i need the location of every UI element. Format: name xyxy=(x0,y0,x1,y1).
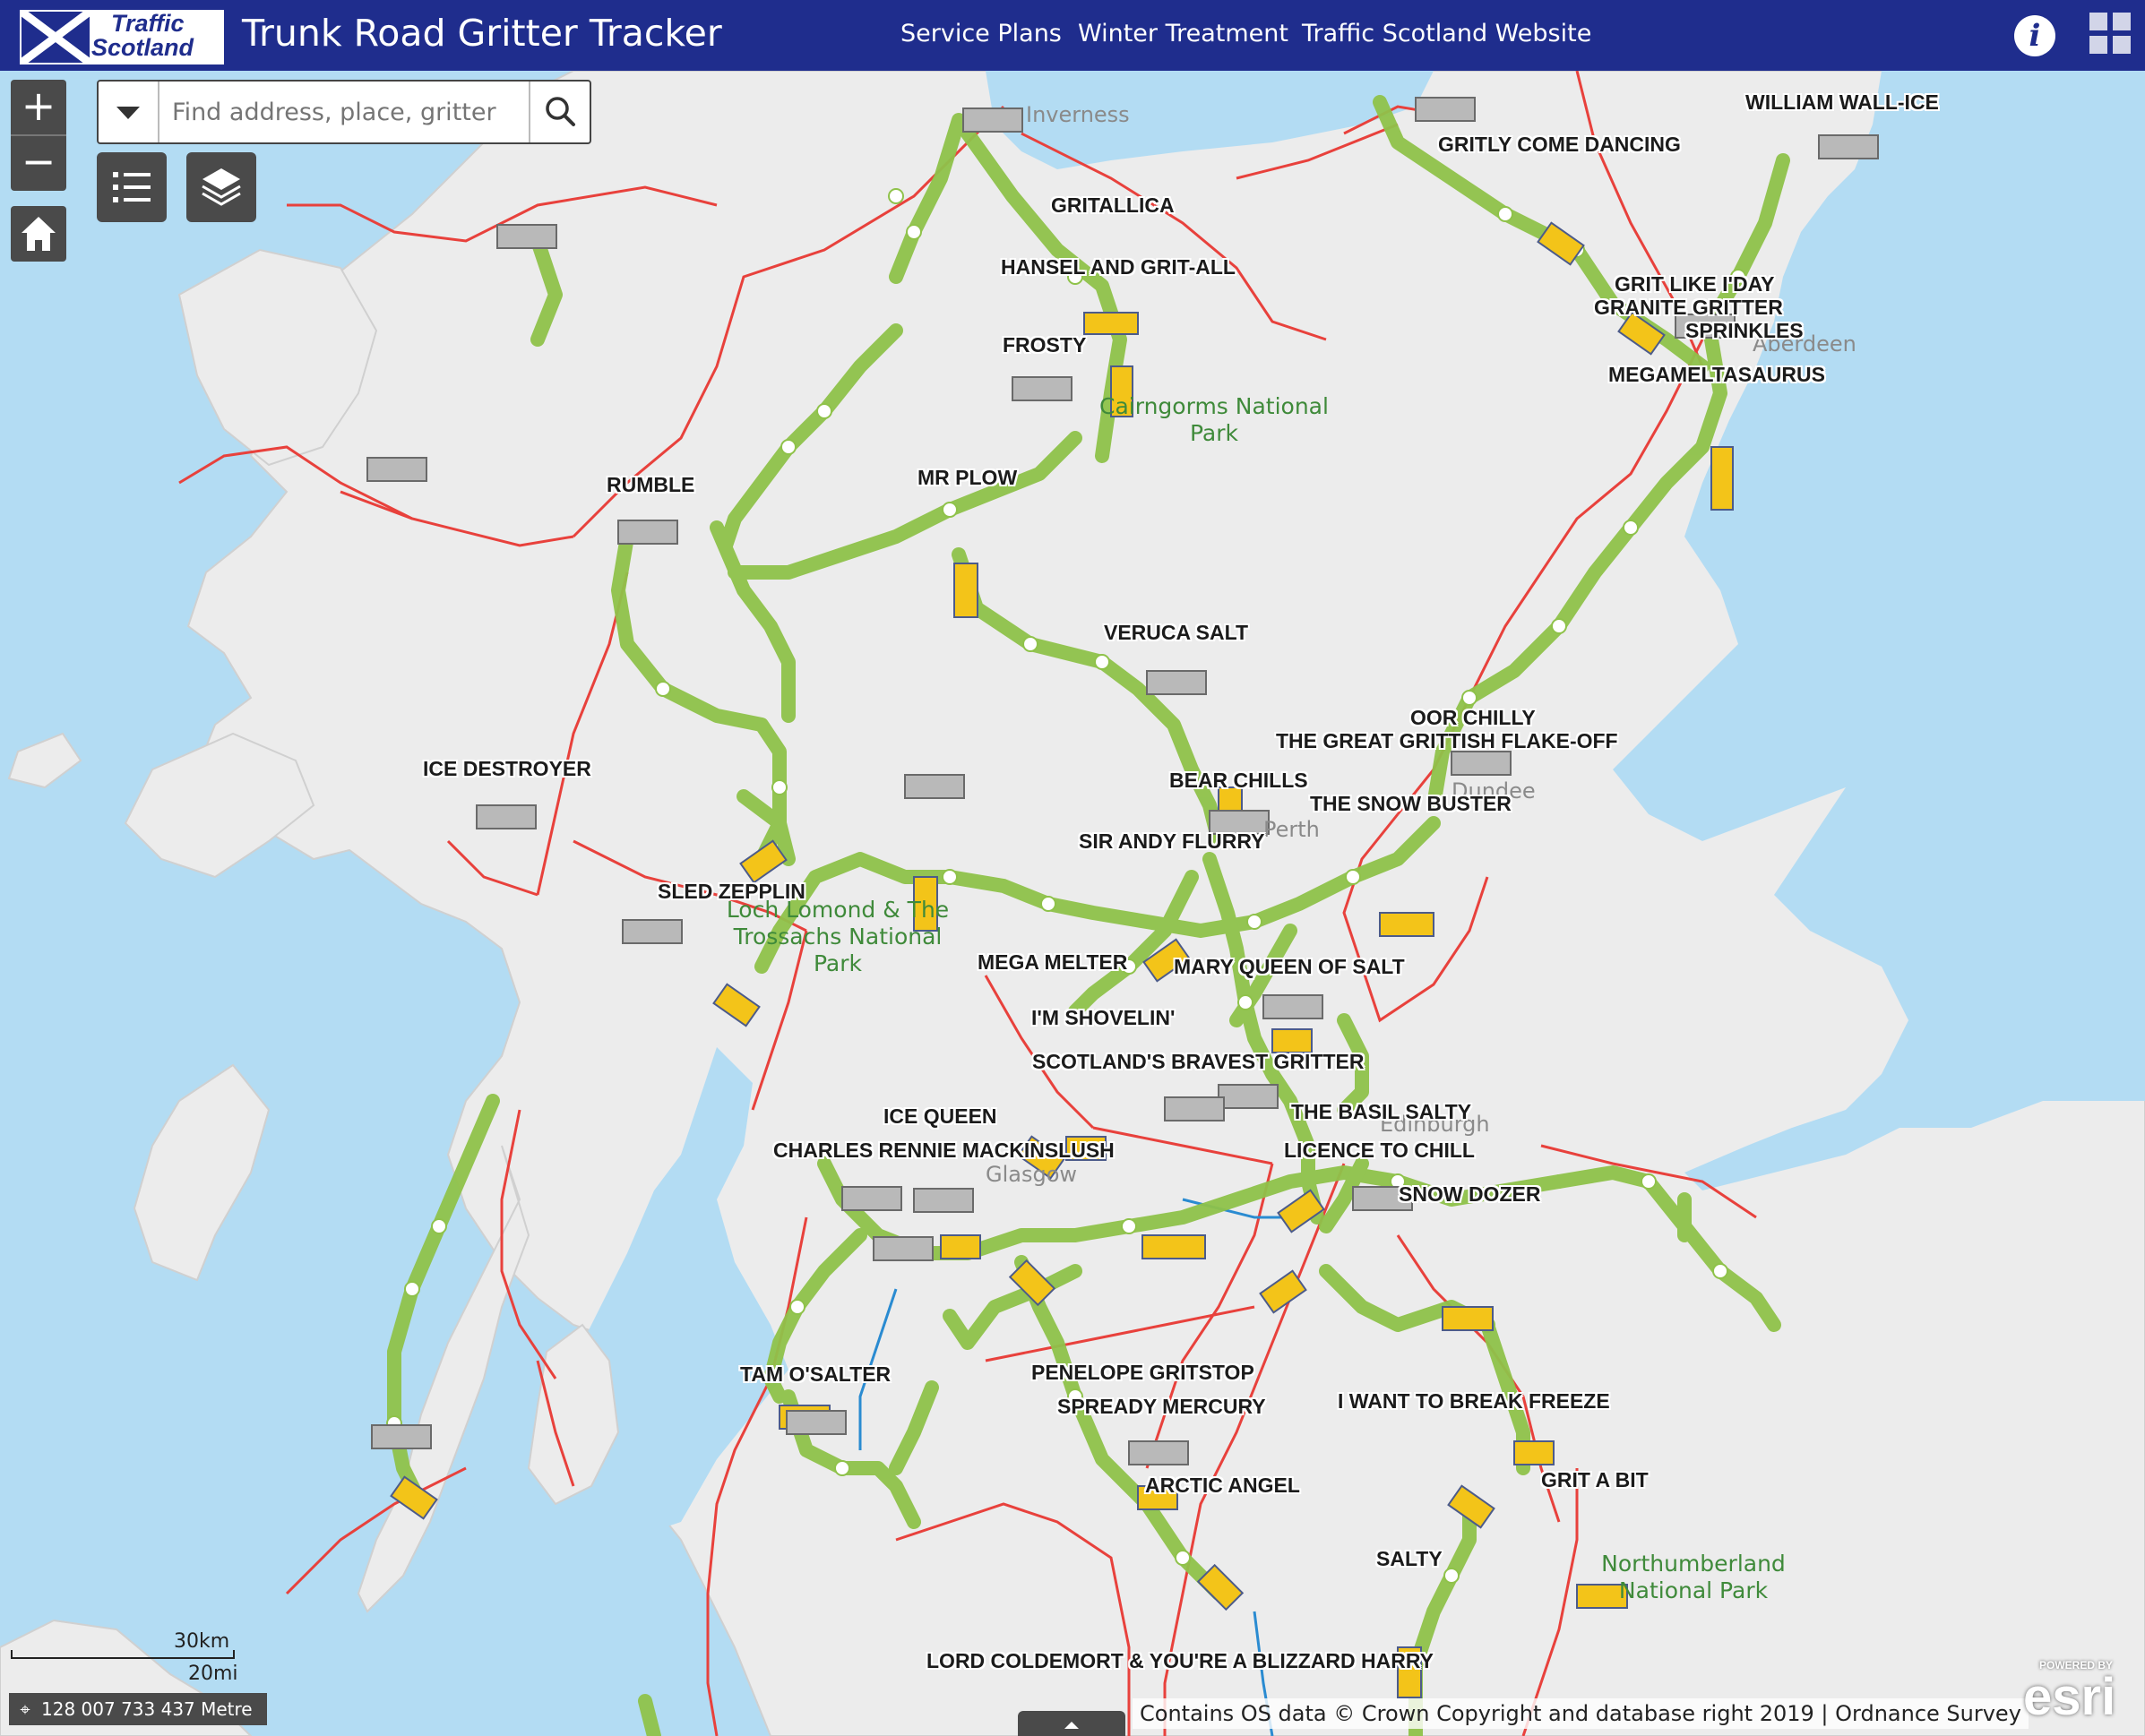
gritter-label[interactable]: GRANITE GRITTER xyxy=(1594,296,1783,320)
gritter-label[interactable]: CHARLES RENNIE MACKINSLUSH xyxy=(773,1139,1115,1163)
nav-winter-treatment[interactable]: Winter Treatment xyxy=(1078,20,1288,47)
saltire-flag-icon xyxy=(22,12,90,63)
place-glasgow: Glasgow xyxy=(986,1162,1078,1187)
mull-island xyxy=(124,732,315,879)
page-title: Trunk Road Gritter Tracker xyxy=(242,12,722,55)
nav-traffic-scotland-website[interactable]: Traffic Scotland Website xyxy=(1302,20,1591,47)
gritter-label[interactable]: VERUCA SALT xyxy=(1104,621,1248,645)
search-widget xyxy=(97,80,591,144)
chevron-down-icon xyxy=(116,107,140,119)
list-icon xyxy=(113,172,151,202)
gritter-label[interactable]: MARY QUEEN OF SALT xyxy=(1174,955,1405,979)
logo-text: Traffic Scotland xyxy=(91,12,194,60)
gritter-label[interactable]: MEGAMELTASAURUS xyxy=(1608,363,1825,387)
plus-icon[interactable]: + xyxy=(11,80,66,135)
zoom-control: + − xyxy=(11,80,66,191)
gritter-label[interactable]: ICE QUEEN xyxy=(883,1104,997,1129)
gritter-label[interactable]: HANSEL AND GRIT-ALL xyxy=(1001,255,1236,279)
crosshair-icon: ⌖ xyxy=(20,1698,30,1720)
gritter-label[interactable]: OOR CHILLY xyxy=(1410,706,1536,730)
gritter-label[interactable]: LICENCE TO CHILL xyxy=(1284,1139,1475,1163)
gritter-label[interactable]: GRITLY COME DANCING xyxy=(1438,133,1681,157)
home-icon xyxy=(22,217,56,251)
logo-line-2: Scotland xyxy=(91,34,194,61)
gritter-label[interactable]: I WANT TO BREAK FREEZE xyxy=(1338,1389,1610,1414)
search-icon xyxy=(546,97,575,126)
gritter-label[interactable]: BEAR CHILLS xyxy=(1169,769,1308,793)
park-cairngorms: Cairngorms National Park xyxy=(1099,393,1329,446)
map-svg[interactable] xyxy=(0,71,2145,1736)
gritter-label[interactable]: SPRINKLES xyxy=(1685,319,1804,343)
logo-line-1: Traffic xyxy=(111,10,185,37)
scale-km: 30km xyxy=(174,1630,230,1653)
grid-icon[interactable] xyxy=(2089,13,2132,56)
gritter-label[interactable]: RUMBLE xyxy=(607,473,694,497)
nav-service-plans[interactable]: Service Plans xyxy=(900,20,1062,47)
gritter-label[interactable]: TAM O'SALTER xyxy=(740,1362,891,1387)
gritter-label[interactable]: SNOW DOZER xyxy=(1399,1182,1540,1207)
gritter-label[interactable]: GRIT A BIT xyxy=(1541,1468,1649,1492)
scale-line xyxy=(11,1657,235,1659)
park-lochlomond: Loch Lomond & The Trossachs National Par… xyxy=(726,897,950,976)
layers-icon xyxy=(202,168,241,206)
gritter-label[interactable]: GRIT LIKE I'DAY xyxy=(1615,272,1774,296)
search-source-dropdown[interactable] xyxy=(99,82,159,142)
gritter-label[interactable]: SIR ANDY FLURRY xyxy=(1079,829,1264,854)
gritter-label[interactable]: SCOTLAND'S BRAVEST GRITTER xyxy=(1032,1050,1365,1074)
gritter-label[interactable]: PENELOPE GRITSTOP xyxy=(1031,1361,1254,1385)
map-attribution: Contains OS data © Crown Copyright and d… xyxy=(1133,1698,2029,1729)
gritter-label[interactable]: THE SNOW BUSTER xyxy=(1310,792,1512,816)
zoom-divider xyxy=(11,134,66,136)
expand-panel-tab[interactable] xyxy=(1018,1711,1125,1736)
scale-tick-left xyxy=(11,1650,13,1659)
scale-mi: 20mi xyxy=(188,1663,238,1685)
legend-button[interactable] xyxy=(97,152,167,222)
search-input[interactable] xyxy=(170,94,514,130)
chevron-up-icon xyxy=(1064,1722,1079,1729)
traffic-scotland-logo[interactable]: Traffic Scotland xyxy=(18,8,226,66)
app-header: Traffic Scotland Trunk Road Gritter Trac… xyxy=(0,0,2145,71)
gritter-label[interactable]: FROSTY xyxy=(1003,333,1086,357)
gritter-label[interactable]: MR PLOW xyxy=(917,466,1017,490)
gritter-label[interactable]: GRITALLICA xyxy=(1051,193,1175,218)
search-button[interactable] xyxy=(529,82,591,142)
coordinate-readout[interactable]: ⌖ 128 007 733 437 Metre xyxy=(9,1693,267,1725)
coll-tiree xyxy=(7,732,82,789)
place-inverness: Inverness xyxy=(1026,102,1130,127)
gritter-label[interactable]: SALTY xyxy=(1376,1547,1443,1571)
home-button[interactable] xyxy=(11,206,66,262)
minus-icon[interactable]: − xyxy=(11,135,66,191)
gritter-tracker-app: Traffic Scotland Trunk Road Gritter Trac… xyxy=(0,0,2145,1736)
info-icon[interactable]: i xyxy=(2014,15,2055,56)
map-canvas[interactable]: Inverness Aberdeen Perth Dundee Edinburg… xyxy=(0,71,2145,1736)
gritter-label[interactable]: SLED ZEPPLIN xyxy=(658,880,805,904)
gritter-label[interactable]: WILLIAM WALL-ICE xyxy=(1745,90,1939,115)
scale-tick-right xyxy=(233,1650,235,1659)
gritter-label[interactable]: ARCTIC ANGEL xyxy=(1145,1474,1300,1498)
islay-jura xyxy=(133,1063,271,1282)
layers-button[interactable] xyxy=(186,152,256,222)
gritter-label[interactable]: ICE DESTROYER xyxy=(423,757,591,781)
gritter-label[interactable]: I'M SHOVELIN' xyxy=(1031,1006,1175,1030)
gritter-label[interactable]: LORD COLDEMORT & YOU'RE A BLIZZARD HARRY xyxy=(926,1649,1434,1673)
place-perth: Perth xyxy=(1263,817,1320,842)
gritter-label[interactable]: THE GREAT GRITTISH FLAKE-OFF xyxy=(1276,729,1618,753)
park-northumberland: Northumberland National Park xyxy=(1601,1551,1786,1603)
esri-brand: esri xyxy=(2023,1668,2116,1726)
gritter-label[interactable]: THE BASIL SALTY xyxy=(1291,1100,1471,1124)
esri-logo: POWERED BY esri xyxy=(2023,1659,2131,1731)
coordinate-value: 128 007 733 437 Metre xyxy=(41,1698,253,1720)
gritter-label[interactable]: MEGA MELTER xyxy=(978,950,1127,975)
gritter-label[interactable]: SPREADY MERCURY xyxy=(1057,1395,1266,1419)
